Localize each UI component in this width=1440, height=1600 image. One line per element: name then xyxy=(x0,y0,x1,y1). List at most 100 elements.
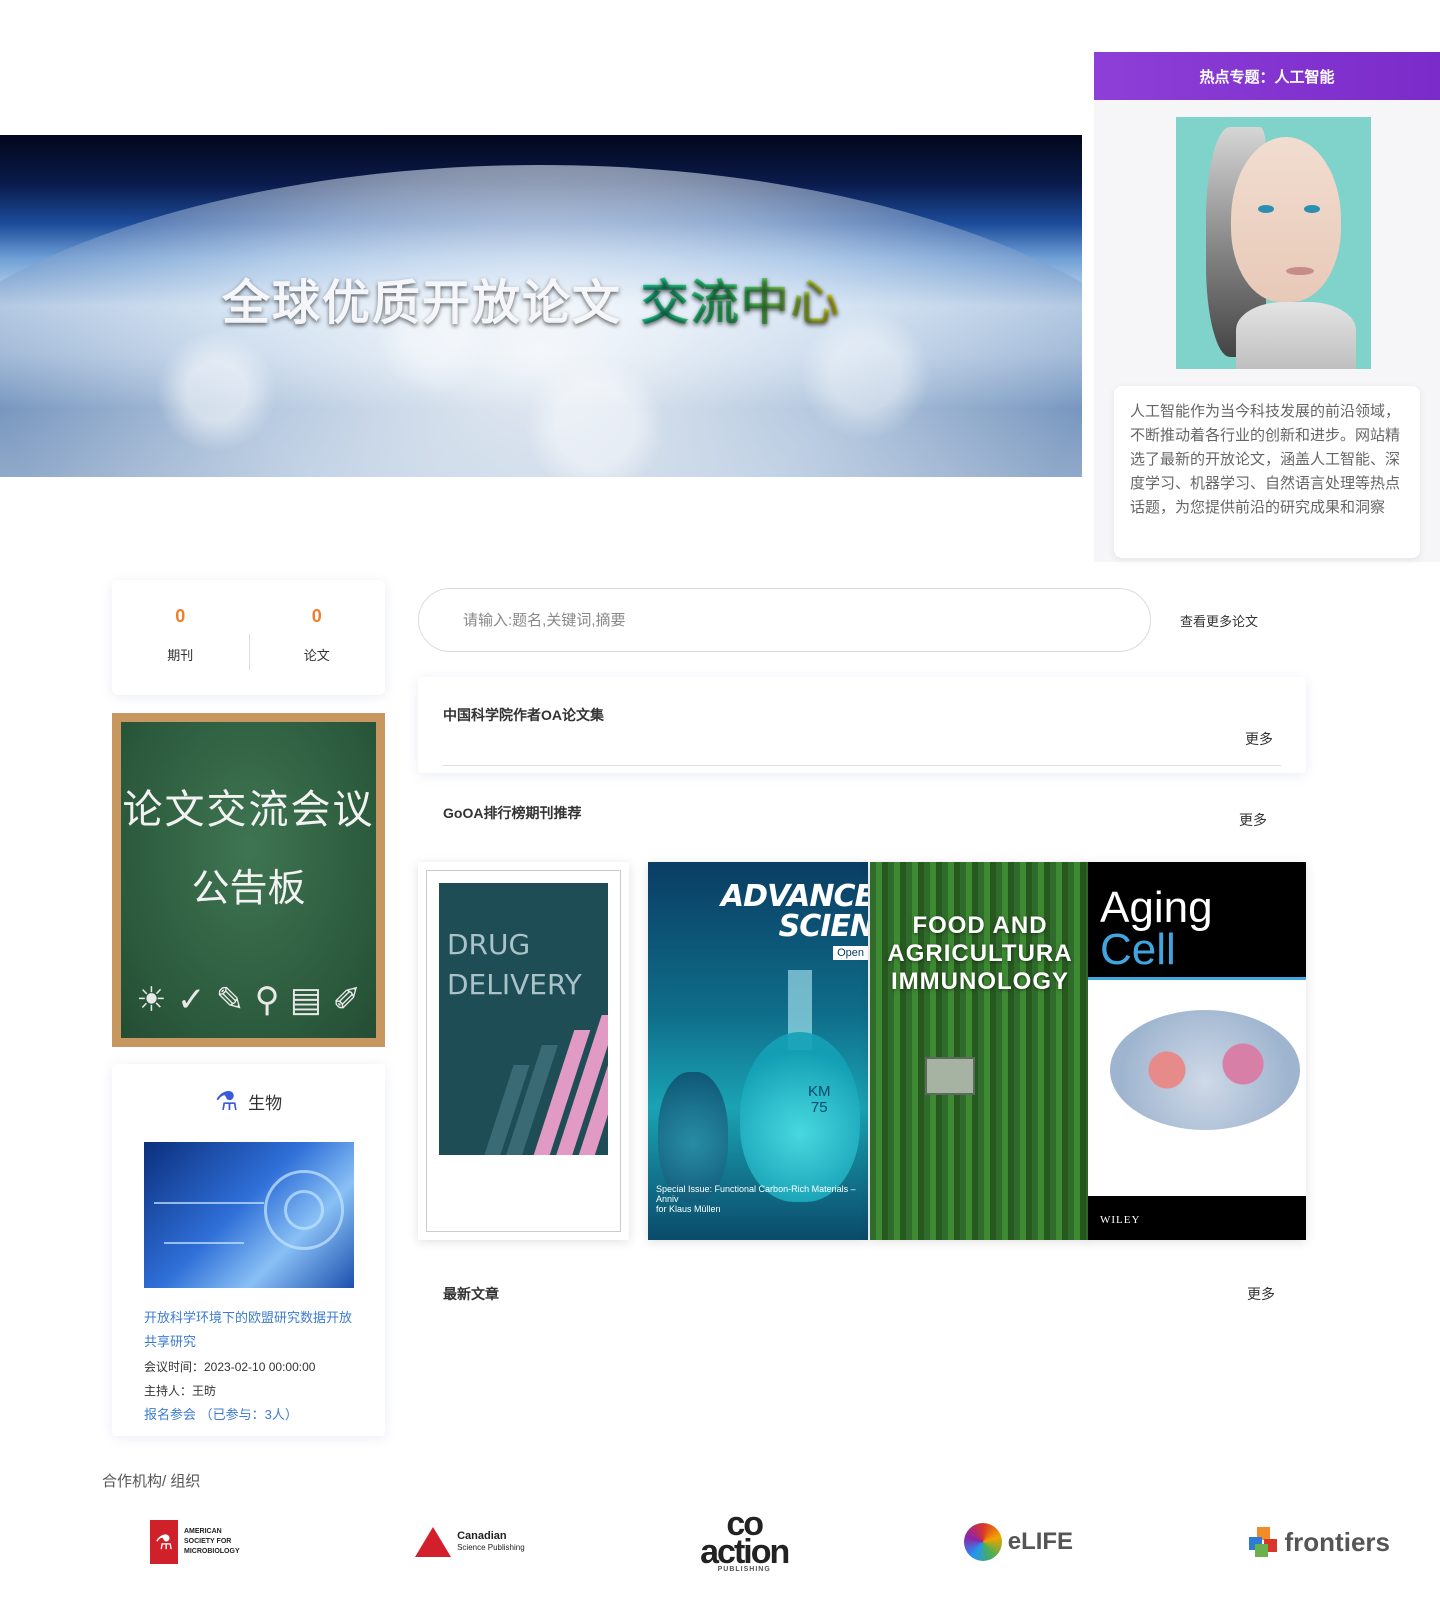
coaction-logo[interactable]: co action PUBLISHING xyxy=(700,1507,790,1574)
elife-mark-icon xyxy=(963,1523,1002,1561)
chart-icon: ▤ xyxy=(289,981,322,1019)
robot-face xyxy=(1231,137,1341,302)
joined-count: （已参与：3人） xyxy=(199,1407,298,1422)
publisher-name: WILEY xyxy=(1100,1214,1141,1226)
frontiers-name: frontiers xyxy=(1284,1526,1390,1557)
coaction-name: co action PUBLISHING xyxy=(700,1507,790,1574)
hot-topic-header[interactable]: 热点专题：人工智能 xyxy=(1094,52,1440,100)
tech-line xyxy=(154,1202,264,1204)
caption-line2: for Klaus Müllen xyxy=(656,1204,721,1214)
cas-oa-collection: 中国科学院作者OA论文集 更多 xyxy=(418,677,1306,773)
robot-lips xyxy=(1286,267,1314,275)
asm-name: AMERICAN SOCIETY FOR MICROBIOLOGY xyxy=(184,1527,240,1557)
badge-km: KM xyxy=(808,1083,831,1100)
asm-flask-icon: ⚗ xyxy=(150,1520,178,1564)
chalk-doodles: ☀ ✓ ✎ ⚲ ▤ ✐ xyxy=(131,980,366,1020)
journal-name-line1: DRUG xyxy=(447,928,531,961)
canadian-science-publishing-logo[interactable]: Canadian Science Publishing xyxy=(415,1527,525,1557)
stats-card: 0 期刊 0 论文 xyxy=(112,580,385,695)
cover-top: Aging Cell xyxy=(1088,862,1306,980)
journal-name-line2: AGRICULTURA xyxy=(887,940,1073,967)
join-conference-link[interactable]: 报名参会 xyxy=(144,1407,196,1422)
more-papers-link[interactable]: 查看更多论文 xyxy=(1180,611,1258,630)
board-title: 论文交流会议 xyxy=(122,787,375,833)
bulb-icon: ☀ xyxy=(136,981,167,1019)
ai-robot-image[interactable] xyxy=(1176,117,1371,369)
magnifier-icon: ⚲ xyxy=(254,981,280,1019)
csp-line1: Canadian xyxy=(457,1530,507,1542)
asm-line2: SOCIETY FOR xyxy=(184,1538,232,1545)
journal-card-food-agriculture-immunology[interactable]: FOOD AND AGRICULTURA IMMUNOLOGY xyxy=(870,862,1090,1240)
chalkboard: 论文交流会议 公告板 ☀ ✓ ✎ ⚲ ▤ ✐ xyxy=(121,722,376,1038)
maple-icon xyxy=(415,1527,452,1557)
cover-footer: WILEY xyxy=(1088,1196,1306,1240)
biology-image[interactable] xyxy=(144,1142,354,1288)
conference-title-link[interactable]: 开放科学环境下的欧盟研究数据开放共享研究 xyxy=(144,1306,354,1354)
journal-card-advanced-science[interactable]: ADVANCE SCIEN Open KM 75 Special Issue: … xyxy=(648,862,868,1240)
journal-name-line2: SCIEN xyxy=(778,909,868,944)
km75-badge: KM 75 xyxy=(808,1084,831,1116)
flask-large xyxy=(740,1032,860,1202)
journal-name: FOOD AND AGRICULTURA IMMUNOLOGY xyxy=(870,912,1090,996)
page: 全球优质开放论文 交流中心 热点专题：人工智能 人工智能作为当今科技发展的前沿领… xyxy=(0,0,1440,1600)
banner-title-white: 全球优质开放论文 xyxy=(222,275,623,331)
pencil-icon: ✐ xyxy=(332,981,361,1019)
latest-title: 最新文章 xyxy=(443,1286,499,1302)
join-conference: 报名参会 （已参与：3人） xyxy=(144,1404,298,1423)
journal-name-line2: Cell xyxy=(1100,925,1176,974)
goa-more-link[interactable]: 更多 xyxy=(1239,810,1267,830)
journal-cover: DRUG DELIVERY xyxy=(426,870,621,1232)
journal-name-line3: IMMUNOLOGY xyxy=(891,968,1069,995)
asm-line1: AMERICAN xyxy=(184,1528,222,1535)
hot-topic-description: 人工智能作为当今科技发展的前沿领域，不断推动着各行业的创新和进步。网站精选了最新… xyxy=(1114,386,1420,558)
elife-name: eLIFE xyxy=(1007,1528,1074,1555)
conference-time: 会议时间：2023-02-10 00:00:00 xyxy=(144,1360,316,1374)
csp-name: Canadian Science Publishing xyxy=(457,1531,525,1553)
stat-papers-value: 0 xyxy=(311,606,322,626)
journal-name-line2: DELIVERY xyxy=(447,968,582,1001)
robot-neck xyxy=(1236,302,1356,369)
tractor-image xyxy=(925,1057,975,1095)
journal-name-line1: Aging xyxy=(1100,883,1213,932)
flask-small xyxy=(658,1072,728,1202)
biology-conference-card: ⚗ 生物 开放科学环境下的欧盟研究数据开放共享研究 会议时间：2023-02-1… xyxy=(112,1064,385,1436)
robot-eye-right xyxy=(1304,205,1320,213)
journal-name: ADVANCE SCIEN xyxy=(721,882,868,942)
search-input[interactable] xyxy=(463,611,1063,629)
conference-board[interactable]: 论文交流会议 公告板 ☀ ✓ ✎ ⚲ ▤ ✐ xyxy=(112,713,385,1047)
asm-line3: MICROBIOLOGY xyxy=(184,1548,240,1555)
stat-papers-label: 论文 xyxy=(303,648,330,663)
partner-logos: ⚗ AMERICAN SOCIETY FOR MICROBIOLOGY Cana… xyxy=(150,1507,1390,1574)
journal-card-aging-cell[interactable]: Aging Cell WILEY xyxy=(1088,862,1306,1240)
goa-title: GoOA排行榜期刊推荐 xyxy=(443,805,582,821)
book-icon: ✎ xyxy=(215,981,245,1019)
stat-journals-label: 期刊 xyxy=(167,648,194,663)
robot-eye-left xyxy=(1258,205,1274,213)
journal-carousel: DRUG DELIVERY ADVANCE SCIEN Open KM 75 S… xyxy=(418,862,1306,1242)
special-issue-caption: Special Issue: Functional Carbon-Rich Ma… xyxy=(656,1184,868,1214)
stat-papers[interactable]: 0 论文 xyxy=(248,580,386,695)
journal-card-drug-delivery[interactable]: DRUG DELIVERY xyxy=(418,862,629,1240)
open-tag: Open xyxy=(833,946,868,960)
badge-75: 75 xyxy=(810,1099,828,1116)
biology-header: ⚗ 生物 xyxy=(112,1064,385,1120)
frontiers-mark-icon xyxy=(1248,1527,1279,1557)
asm-logo[interactable]: ⚗ AMERICAN SOCIETY FOR MICROBIOLOGY xyxy=(150,1520,240,1564)
cas-oa-more-link[interactable]: 更多 xyxy=(1245,729,1273,749)
banner-title-green: 交流中心 xyxy=(640,275,841,331)
biology-title: 生物 xyxy=(248,1093,283,1113)
partners-title: 合作机构/ 组织 xyxy=(102,1473,201,1490)
stat-journals-value: 0 xyxy=(175,606,186,626)
latest-more-link[interactable]: 更多 xyxy=(1247,1284,1275,1304)
tech-ring-inner xyxy=(284,1190,324,1230)
tech-line-2 xyxy=(164,1242,244,1244)
stat-journals[interactable]: 0 期刊 xyxy=(112,580,249,695)
hero-banner: 全球优质开放论文 交流中心 xyxy=(0,135,1082,477)
check-icon: ✓ xyxy=(176,981,206,1019)
frontiers-logo[interactable]: frontiers xyxy=(1248,1526,1390,1558)
hot-topic-panel: 热点专题：人工智能 人工智能作为当今科技发展的前沿领域，不断推动着各行业的创新和… xyxy=(1094,52,1440,562)
csp-line2: Science Publishing xyxy=(457,1543,525,1552)
elife-logo[interactable]: eLIFE xyxy=(963,1523,1074,1561)
conference-host: 主持人：王昉 xyxy=(144,1384,217,1398)
board-subtitle: 公告板 xyxy=(191,866,306,910)
